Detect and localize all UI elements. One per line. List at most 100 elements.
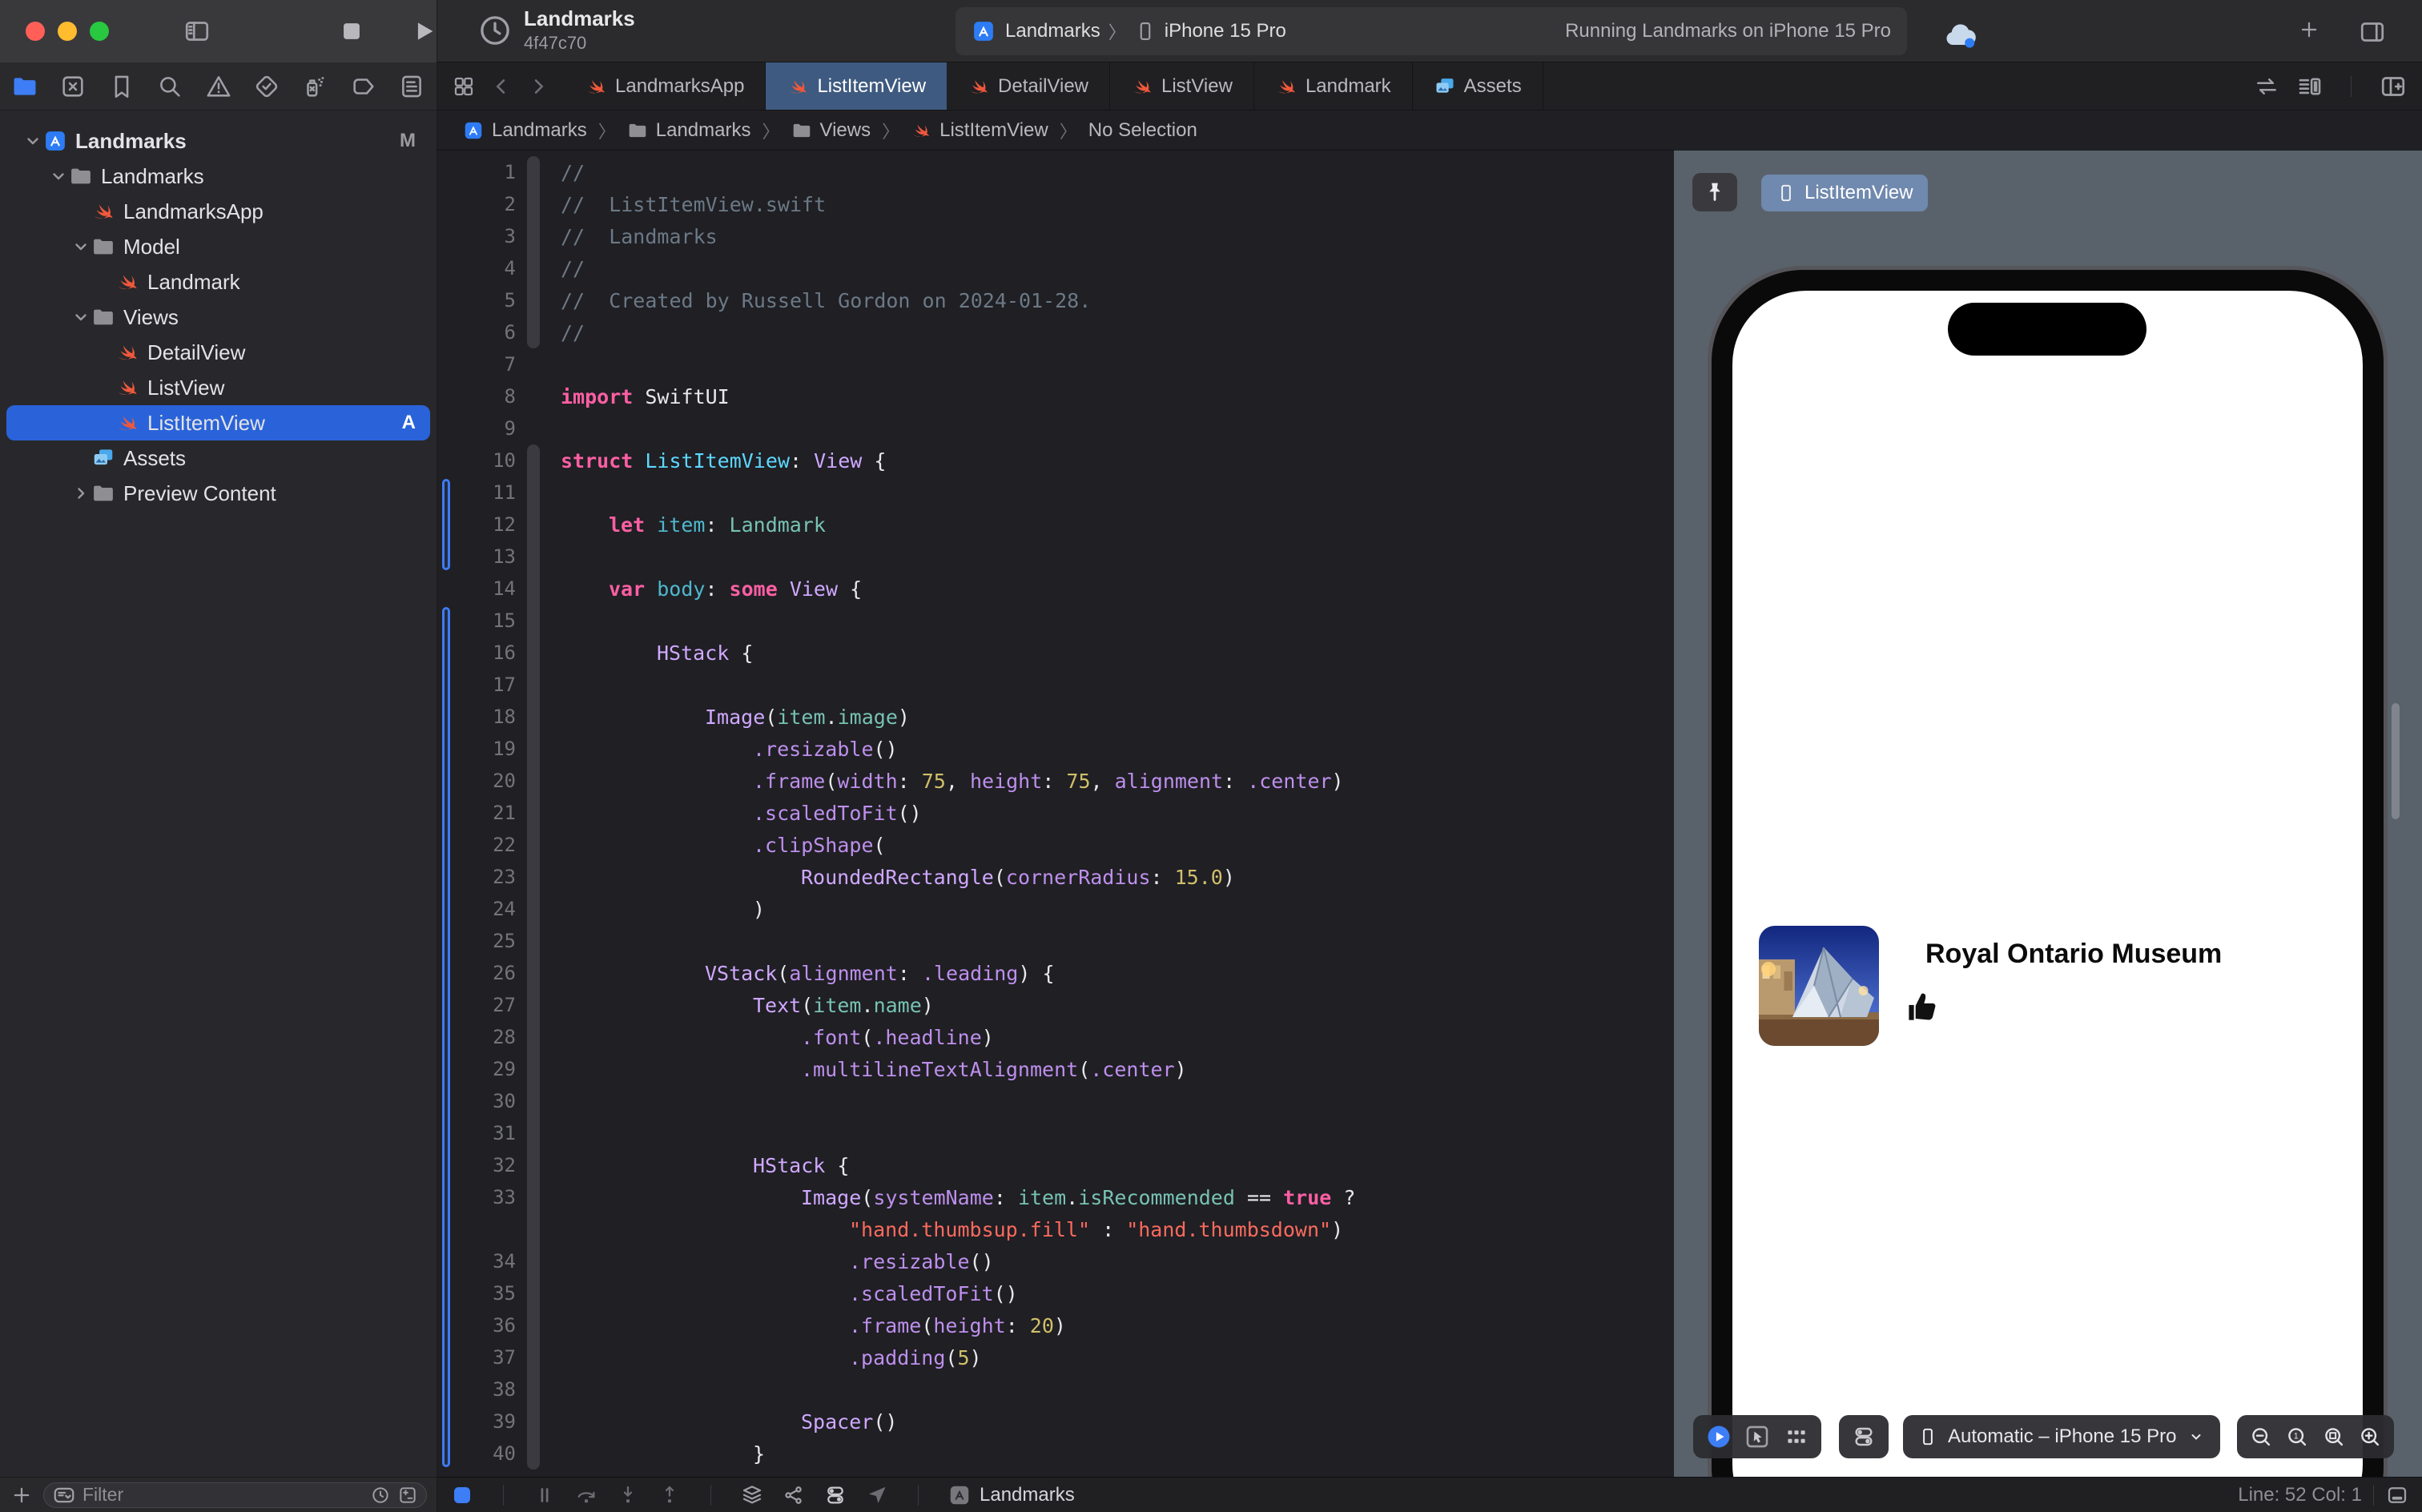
app-mini-gray-icon[interactable] bbox=[947, 1483, 972, 1507]
code-line[interactable]: 15 bbox=[437, 605, 1674, 637]
code-line[interactable]: 28 .font(.headline) bbox=[437, 1021, 1674, 1053]
location-icon[interactable] bbox=[865, 1483, 889, 1507]
recent-files-clock-icon[interactable] bbox=[370, 1485, 391, 1506]
pause-icon[interactable] bbox=[533, 1483, 557, 1507]
code-line[interactable]: 21 .scaledToFit() bbox=[437, 797, 1674, 829]
canvas-scrollbar[interactable] bbox=[2392, 703, 2400, 819]
reports-icon[interactable] bbox=[398, 73, 425, 100]
scheme-widget[interactable]: Landmarks 〉 iPhone 15 Pro Running Landma… bbox=[956, 7, 1907, 55]
code-line[interactable]: 39 Spacer() bbox=[437, 1405, 1674, 1438]
code-line[interactable]: 25 bbox=[437, 925, 1674, 957]
breadcrumb-item[interactable]: Landmarks bbox=[627, 119, 750, 142]
zoom-traffic-light[interactable] bbox=[90, 22, 109, 41]
disclosure-down-icon[interactable] bbox=[70, 236, 91, 257]
plus-icon[interactable] bbox=[2297, 18, 2321, 42]
tests-icon[interactable] bbox=[253, 73, 280, 100]
code-line[interactable]: 38 bbox=[437, 1373, 1674, 1405]
code-line[interactable]: 26 VStack(alignment: .leading) { bbox=[437, 957, 1674, 989]
code-line[interactable]: 23 RoundedRectangle(cornerRadius: 15.0) bbox=[437, 861, 1674, 893]
code-line[interactable]: 14 var body: some View { bbox=[437, 573, 1674, 605]
zoom-fit-icon[interactable] bbox=[2321, 1424, 2347, 1450]
code-line[interactable]: 6 // bbox=[437, 316, 1674, 348]
sidebar-item-ListItemView[interactable]: ListItemView A bbox=[6, 405, 430, 440]
editor-panel-icon[interactable] bbox=[2385, 1483, 2409, 1507]
issues-icon[interactable] bbox=[205, 73, 232, 100]
run-destination[interactable]: iPhone 15 Pro bbox=[1165, 20, 1286, 42]
preview-tab-chip[interactable]: ListItemView bbox=[1761, 175, 1928, 211]
minimize-traffic-light[interactable] bbox=[58, 22, 77, 41]
debug-spray-icon[interactable] bbox=[301, 73, 328, 100]
code-line[interactable]: 4 // bbox=[437, 252, 1674, 284]
source-control-icon[interactable] bbox=[59, 73, 86, 100]
cloud-icon[interactable] bbox=[1941, 16, 1980, 54]
code-line[interactable]: 1 // bbox=[437, 156, 1674, 188]
disclosure-down-icon[interactable] bbox=[22, 131, 43, 151]
preview-device-selector[interactable]: Automatic – iPhone 15 Pro bbox=[1903, 1415, 2220, 1458]
selectable-icon[interactable] bbox=[1744, 1423, 1771, 1450]
close-traffic-light[interactable] bbox=[26, 22, 45, 41]
tab-ListView[interactable]: ListView bbox=[1110, 62, 1254, 110]
code-line[interactable]: 19 .resizable() bbox=[437, 733, 1674, 765]
code-line[interactable]: 29 .multilineTextAlignment(.center) bbox=[437, 1053, 1674, 1085]
project-navigator-icon[interactable] bbox=[11, 73, 38, 100]
source-editor[interactable]: 1 // 2 // ListItemView.swift 3 // Landmarks 4 /… bbox=[437, 151, 1674, 1477]
zoom-in-icon[interactable] bbox=[2357, 1424, 2383, 1450]
breakpoints-icon[interactable] bbox=[350, 73, 377, 100]
filter-flags-icon[interactable] bbox=[397, 1485, 418, 1506]
play-circle-icon[interactable] bbox=[1705, 1423, 1732, 1450]
disclosure-right-icon[interactable] bbox=[70, 483, 91, 504]
code-line[interactable]: 22 .clipShape( bbox=[437, 829, 1674, 861]
forward-chevron-icon[interactable] bbox=[527, 75, 549, 98]
disclosure-down-icon[interactable] bbox=[48, 166, 69, 187]
code-line[interactable]: 27 Text(item.name) bbox=[437, 989, 1674, 1021]
preview-settings-button[interactable] bbox=[1839, 1415, 1889, 1458]
breakpoints-fill-icon[interactable] bbox=[450, 1483, 474, 1507]
minimap-icon[interactable] bbox=[2296, 73, 2323, 100]
filter-field[interactable]: Filter bbox=[43, 1482, 427, 1508]
overrides-icon[interactable] bbox=[823, 1483, 847, 1507]
code-line[interactable]: 2 // ListItemView.swift bbox=[437, 188, 1674, 220]
tab-ListItemView[interactable]: ListItemView bbox=[766, 62, 947, 110]
tab-Landmark[interactable]: Landmark bbox=[1254, 62, 1413, 110]
disclosure-down-icon[interactable] bbox=[70, 307, 91, 328]
editor-overview-icon[interactable] bbox=[452, 74, 476, 99]
zoom-actual-icon[interactable]: 1 bbox=[2284, 1424, 2310, 1450]
zoom-out-icon[interactable] bbox=[2248, 1424, 2274, 1450]
code-line[interactable]: 31 bbox=[437, 1117, 1674, 1149]
code-line[interactable]: 9 bbox=[437, 412, 1674, 444]
scheme-name[interactable]: Landmarks bbox=[1005, 20, 1100, 42]
tab-Assets[interactable]: Assets bbox=[1413, 62, 1543, 110]
sidebar-item-Assets[interactable]: Assets bbox=[6, 440, 430, 476]
sidebar-item-LandmarksApp[interactable]: LandmarksApp bbox=[6, 194, 430, 229]
sidebar-item-ListView[interactable]: ListView bbox=[6, 370, 430, 405]
sidebar-item-Views[interactable]: Views bbox=[6, 300, 430, 335]
play-icon[interactable] bbox=[410, 18, 437, 45]
code-line[interactable]: 32 HStack { bbox=[437, 1149, 1674, 1181]
code-line[interactable]: 5 // Created by Russell Gordon on 2024-01… bbox=[437, 284, 1674, 316]
breadcrumb-item[interactable]: ListItemView bbox=[911, 119, 1048, 142]
code-line[interactable]: 7 bbox=[437, 348, 1674, 380]
sidebar-item-Landmarks[interactable]: Landmarks M bbox=[6, 123, 430, 159]
code-line[interactable]: 34 .resizable() bbox=[437, 1245, 1674, 1277]
sidebar-item-DetailView[interactable]: DetailView bbox=[6, 335, 430, 370]
variants-grid-icon[interactable] bbox=[1783, 1423, 1810, 1450]
add-editor-icon[interactable] bbox=[2379, 72, 2408, 101]
sidebar-item-Model[interactable]: Model bbox=[6, 229, 430, 264]
code-line[interactable]: 20 .frame(width: 75, height: 75, alignmen… bbox=[437, 765, 1674, 797]
code-line[interactable]: 37 .padding(5) bbox=[437, 1341, 1674, 1373]
swap-editors-icon[interactable] bbox=[2253, 73, 2280, 100]
code-line[interactable]: 30 bbox=[437, 1085, 1674, 1117]
hierarchy-icon[interactable] bbox=[740, 1483, 764, 1507]
memory-graph-icon[interactable] bbox=[782, 1483, 806, 1507]
code-line[interactable]: 36 .frame(height: 20) bbox=[437, 1309, 1674, 1341]
code-line[interactable]: 13 bbox=[437, 541, 1674, 573]
code-line[interactable]: 35 .scaledToFit() bbox=[437, 1277, 1674, 1309]
code-line[interactable]: 17 bbox=[437, 669, 1674, 701]
sidebar-left-icon[interactable] bbox=[183, 17, 211, 46]
add-file-icon[interactable] bbox=[10, 1483, 34, 1507]
code-line[interactable]: "hand.thumbsup.fill" : "hand.thumbsdown"… bbox=[437, 1213, 1674, 1245]
code-line[interactable]: 3 // Landmarks bbox=[437, 220, 1674, 252]
code-line[interactable]: 10 struct ListItemView: View { bbox=[437, 444, 1674, 477]
breadcrumb-item[interactable]: Views bbox=[791, 119, 871, 142]
search-icon[interactable] bbox=[156, 73, 183, 100]
